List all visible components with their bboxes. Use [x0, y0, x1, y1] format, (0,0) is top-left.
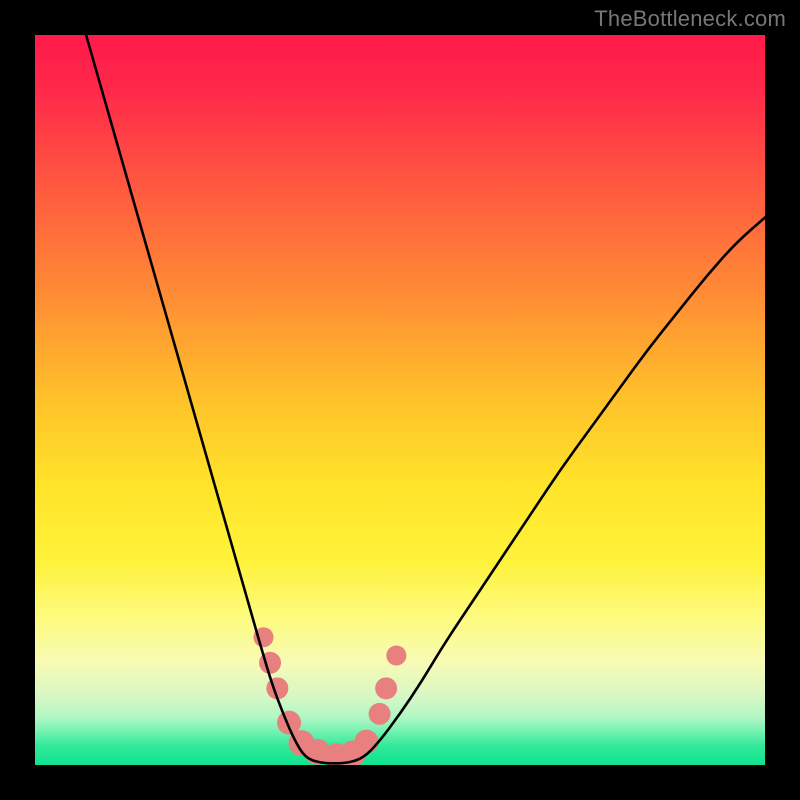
chart-svg [35, 35, 765, 765]
chart-frame: TheBottleneck.com [0, 0, 800, 800]
data-marker [354, 730, 378, 754]
watermark-text: TheBottleneck.com [594, 6, 786, 32]
data-marker [375, 677, 397, 699]
data-marker [386, 646, 406, 666]
data-marker [369, 703, 391, 725]
chart-plot-area [35, 35, 765, 765]
